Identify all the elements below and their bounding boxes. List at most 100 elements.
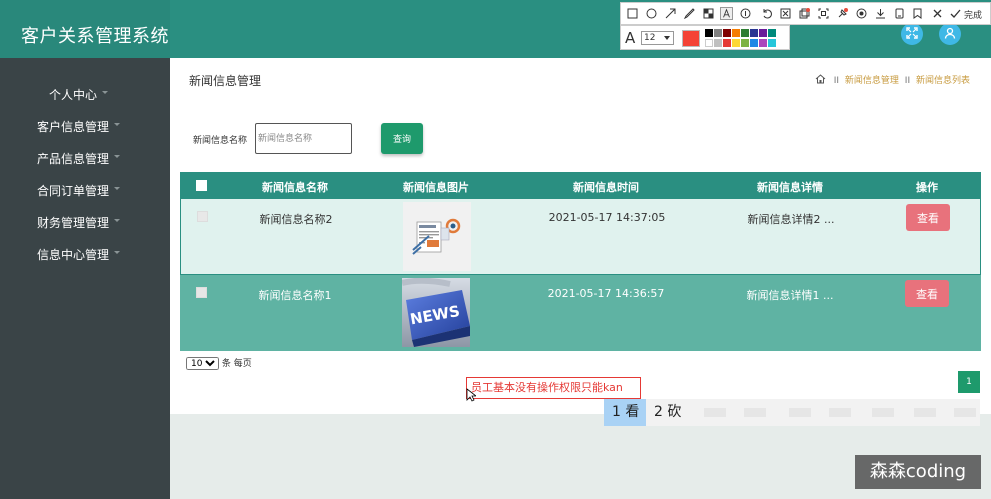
sidebar-item-finance[interactable]: 财务管理管理 [0, 206, 170, 238]
home-icon[interactable] [815, 74, 826, 84]
chevron-down-icon [114, 219, 120, 222]
color-swatch[interactable] [750, 29, 758, 37]
color-swatch[interactable] [714, 29, 722, 37]
bookmark-icon[interactable] [911, 7, 924, 20]
number-icon[interactable] [739, 7, 752, 20]
download-icon[interactable] [874, 7, 887, 20]
font-icon: A [625, 29, 636, 47]
fullscreen-button[interactable] [901, 23, 923, 45]
color-swatch[interactable] [759, 39, 767, 47]
font-size-select[interactable]: 12 [641, 31, 674, 45]
watermark: 森森coding [855, 455, 981, 489]
breadcrumb-news-list: 新闻信息列表 [915, 76, 970, 86]
view-button[interactable]: 查看 [906, 204, 950, 231]
news-time: 2021-05-17 14:36:57 [547, 287, 665, 300]
ime-candidate-faded [872, 408, 894, 417]
pen-icon[interactable] [683, 7, 696, 20]
copy-icon[interactable] [798, 7, 811, 20]
annotation-style-bar: A 12 [620, 25, 790, 50]
color-swatch[interactable] [750, 39, 758, 47]
page-size-control: 10 条 每页 [186, 356, 252, 370]
chevron-down-icon [114, 187, 120, 190]
mouse-cursor-icon [466, 388, 476, 402]
color-swatch[interactable] [714, 39, 722, 47]
color-swatch[interactable] [705, 29, 713, 37]
color-swatch[interactable] [768, 29, 776, 37]
record-icon[interactable] [855, 7, 868, 20]
chevron-down-icon [114, 251, 120, 254]
news-table: 新闻信息名称 新闻信息图片 新闻信息时间 新闻信息详情 操作 新闻信息名称2 2… [180, 172, 981, 355]
sidebar: 个人中心 客户信息管理 产品信息管理 合同订单管理 财务管理管理 信息中心管理 [0, 58, 170, 499]
color-swatch[interactable] [723, 39, 731, 47]
search-button[interactable]: 查询 [381, 123, 423, 154]
ime-candidate-faded [829, 408, 851, 417]
close-icon[interactable] [931, 7, 944, 20]
breadcrumb-separator: II [904, 76, 911, 86]
sidebar-item-label: 个人中心 [49, 88, 98, 102]
sidebar-item-label: 产品信息管理 [37, 152, 110, 166]
ime-candidate-bar: 1 看 2 砍 [604, 399, 980, 426]
sidebar-item-product-info[interactable]: 产品信息管理 [0, 142, 170, 174]
ime-candidate-1[interactable]: 1 看 [604, 399, 646, 426]
select-all-checkbox[interactable] [196, 180, 207, 191]
annotation-toolbar: 完成 [620, 2, 991, 25]
save-icon[interactable] [893, 7, 906, 20]
color-swatch[interactable] [723, 29, 731, 37]
news-thumbnail[interactable] [403, 202, 471, 271]
color-swatch[interactable] [741, 39, 749, 47]
done-button[interactable]: 完成 [964, 8, 982, 21]
color-swatch[interactable] [732, 29, 740, 37]
ocr-icon[interactable] [817, 7, 830, 20]
news-name: 新闻信息名称1 [258, 289, 332, 302]
chevron-down-icon [664, 36, 670, 40]
sidebar-item-customer-info[interactable]: 客户信息管理 [0, 110, 170, 142]
app-title: 客户关系管理系统 [21, 26, 169, 47]
news-time: 2021-05-17 14:37:05 [548, 211, 666, 224]
table-row: 新闻信息名称2 2021-05-17 14:37:05 新闻信息详情2 ... … [180, 199, 981, 275]
check-icon[interactable] [949, 7, 962, 20]
color-swatch[interactable] [768, 39, 776, 47]
ellipse-icon[interactable] [645, 7, 658, 20]
search-label: 新闻信息名称 [193, 136, 248, 146]
expand-icon [906, 27, 918, 39]
column-header-action: 操作 [916, 181, 938, 194]
sidebar-item-personal-center[interactable]: 个人中心 [0, 78, 170, 110]
main-panel: 新闻信息管理 II 新闻信息管理 II 新闻信息列表 新闻信息名称 查询 新闻信… [170, 58, 991, 414]
sidebar-item-info-center[interactable]: 信息中心管理 [0, 238, 170, 270]
search-input[interactable] [255, 123, 352, 154]
arrow-icon[interactable] [664, 7, 677, 20]
annotation-text-box[interactable]: 员工基本没有操作权限只能kan [466, 377, 641, 399]
user-menu-button[interactable] [939, 23, 961, 45]
rectangle-icon[interactable] [626, 7, 639, 20]
color-swatch[interactable] [741, 29, 749, 37]
pin-icon[interactable] [779, 7, 792, 20]
undo-icon[interactable] [761, 7, 774, 20]
ime-candidate-faded [914, 408, 936, 417]
row-checkbox[interactable] [196, 287, 207, 298]
color-swatch[interactable] [759, 29, 767, 37]
news-keyboard-icon: NEWS [402, 278, 470, 347]
news-detail: 新闻信息详情1 ... [746, 289, 834, 302]
page-number-button[interactable]: 1 [958, 371, 980, 393]
chevron-down-icon [102, 91, 108, 94]
breadcrumb-separator: II [833, 76, 840, 86]
pin-tool-icon[interactable] [836, 7, 849, 20]
view-button[interactable]: 查看 [905, 280, 949, 307]
page-size-select[interactable]: 10 [186, 357, 219, 370]
sidebar-item-contract-orders[interactable]: 合同订单管理 [0, 174, 170, 206]
current-color-swatch[interactable] [682, 30, 700, 47]
color-swatch[interactable] [732, 39, 740, 47]
news-illustration-icon [412, 218, 461, 255]
mosaic-icon[interactable] [702, 7, 715, 20]
news-thumbnail[interactable]: NEWS [402, 278, 470, 347]
breadcrumb-news-management[interactable]: 新闻信息管理 [845, 76, 899, 86]
user-icon [944, 27, 956, 39]
ime-candidate-2[interactable]: 2 砍 [654, 399, 681, 426]
ime-candidate-faded [744, 408, 766, 417]
page-title: 新闻信息管理 [189, 74, 262, 88]
font-size-value: 12 [644, 33, 656, 43]
column-header-image: 新闻信息图片 [403, 181, 469, 194]
text-icon[interactable] [720, 7, 733, 20]
color-swatch[interactable] [705, 39, 713, 47]
row-checkbox[interactable] [197, 211, 208, 222]
